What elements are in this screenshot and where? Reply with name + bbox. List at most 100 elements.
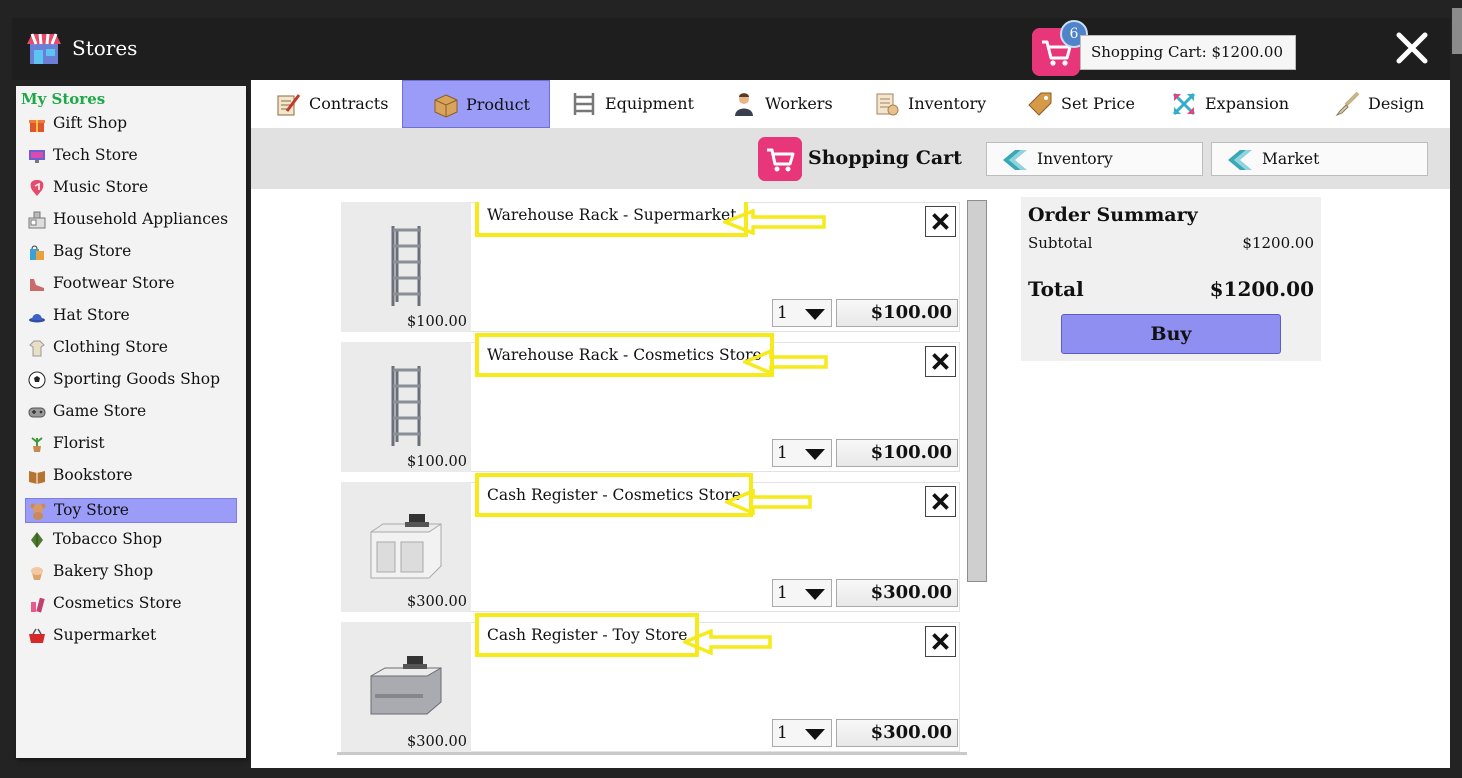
sidebar-item-bakery-shop[interactable]: Bakery Shop xyxy=(25,559,237,591)
cart-header-bar: Shopping Cart Inventory Market xyxy=(251,128,1450,189)
tab-label: Expansion xyxy=(1205,94,1290,113)
basket-icon xyxy=(29,628,45,643)
tab-equipment[interactable]: Equipment xyxy=(571,80,711,128)
appliance-icon xyxy=(28,211,46,229)
sidebar-item-music-store[interactable]: Music Store xyxy=(25,175,237,207)
remove-item-button[interactable] xyxy=(925,206,956,237)
sidebar-item-label: Bakery Shop xyxy=(53,562,154,580)
sidebar-item-footwear-store[interactable]: Footwear Store xyxy=(25,271,237,303)
sidebar-item-toy-store[interactable]: Toy Store xyxy=(25,498,237,523)
sidebar-item-label: Tech Store xyxy=(53,146,138,164)
sidebar-item-label: Clothing Store xyxy=(53,338,168,356)
tab-contracts[interactable]: Contracts xyxy=(275,80,405,128)
cash-register-image xyxy=(370,656,442,715)
warehouse-rack-image xyxy=(391,226,421,306)
cart-item: $100.00 Warehouse Rack - Supermarket 1 $… xyxy=(341,202,961,332)
sidebar-item-sporting-goods-shop[interactable]: Sporting Goods Shop xyxy=(25,367,237,399)
cupcake-icon xyxy=(31,567,43,580)
tab-workers[interactable]: Workers xyxy=(731,80,851,128)
book-icon xyxy=(29,471,45,484)
thumbnail-price: $300.00 xyxy=(407,734,467,750)
tab-label: Set Price xyxy=(1061,94,1135,113)
sidebar-item-bookstore[interactable]: Bookstore xyxy=(25,463,237,495)
shopping-cart-icon xyxy=(758,137,802,181)
remove-item-button[interactable] xyxy=(925,346,956,377)
product-thumbnail: $100.00 xyxy=(341,202,471,332)
sidebar-item-tech-store[interactable]: Tech Store xyxy=(25,143,237,175)
market-nav-button[interactable]: Market xyxy=(1211,142,1428,176)
tab-set-price[interactable]: Set Price xyxy=(1027,80,1157,128)
hat-icon xyxy=(29,314,45,323)
sidebar-item-game-store[interactable]: Game Store xyxy=(25,399,237,431)
tab-label: Design xyxy=(1368,94,1425,113)
tab-bar: Contracts Product Equipment Workers Inve… xyxy=(251,80,1450,128)
item-name: Cash Register - Toy Store xyxy=(475,613,700,657)
item-name: Cash Register - Cosmetics Store xyxy=(475,473,754,517)
sidebar-item-label: Music Store xyxy=(53,178,149,196)
thumbnail-price: $300.00 xyxy=(407,594,467,610)
buy-button[interactable]: Buy xyxy=(1061,314,1281,354)
highlight-arrow-icon xyxy=(743,349,828,375)
store-list: Gift Shop Tech Store Music Store Househo… xyxy=(25,111,237,655)
sidebar-item-clothing-store[interactable]: Clothing Store xyxy=(25,335,237,367)
window-scrollbar[interactable] xyxy=(1452,8,1462,54)
line-price: $100.00 xyxy=(836,439,958,467)
nav-button-label: Market xyxy=(1262,150,1320,168)
nav-button-label: Inventory xyxy=(1037,150,1113,168)
remove-item-button[interactable] xyxy=(925,626,956,657)
cart-item: $100.00 Warehouse Rack - Cosmetics Store… xyxy=(341,333,961,472)
title-bar: Stores 6 Shopping Cart: $1200.00 xyxy=(12,18,1450,80)
order-summary-title: Order Summary xyxy=(1028,204,1198,226)
cash-register-image xyxy=(370,514,442,579)
cart-title: Shopping Cart xyxy=(808,147,962,169)
total-value: $1200.00 xyxy=(1209,277,1314,301)
total-label: Total xyxy=(1028,277,1084,301)
paint-brush-icon xyxy=(1335,91,1360,117)
cart-scrollbar[interactable] xyxy=(967,200,987,582)
highlight-arrow-icon xyxy=(725,489,812,515)
tab-inventory[interactable]: Inventory xyxy=(874,80,1014,128)
sidebar-item-florist[interactable]: Florist xyxy=(25,431,237,463)
sidebar-item-label: Footwear Store xyxy=(53,274,175,292)
cosmetics-icon xyxy=(31,597,45,613)
sidebar-item-bag-store[interactable]: Bag Store xyxy=(25,239,237,271)
cart-item-details: Cash Register - Toy Store 1 $300.00 xyxy=(471,613,960,752)
tab-product[interactable]: Product xyxy=(402,80,550,128)
line-price: $300.00 xyxy=(836,719,958,747)
line-price: $100.00 xyxy=(836,299,958,327)
sidebar-item-household-appliances[interactable]: Household Appliances xyxy=(25,207,237,239)
inventory-nav-button[interactable]: Inventory xyxy=(986,142,1203,176)
remove-item-button[interactable] xyxy=(925,486,956,517)
product-thumbnail: $300.00 xyxy=(341,622,471,752)
cart-item-details: Warehouse Rack - Cosmetics Store 1 $100.… xyxy=(471,333,960,472)
store-logo-icon xyxy=(27,33,61,64)
sidebar-item-cosmetics-store[interactable]: Cosmetics Store xyxy=(25,591,237,623)
quantity-select[interactable]: 1 xyxy=(772,579,832,607)
sidebar-item-label: Tobacco Shop xyxy=(53,530,163,548)
close-icon[interactable] xyxy=(1392,28,1432,68)
tab-expansion[interactable]: Expansion xyxy=(1171,80,1311,128)
item-name: Warehouse Rack - Cosmetics Store xyxy=(475,333,774,377)
tab-label: Inventory xyxy=(908,94,987,113)
order-summary-panel: Order Summary Subtotal $1200.00 Total $1… xyxy=(1021,197,1321,361)
sidebar-item-tobacco-shop[interactable]: Tobacco Shop xyxy=(25,527,237,559)
shopping-cart-summary-button[interactable]: Shopping Cart: $1200.00 xyxy=(1080,35,1296,70)
chevron-down-icon xyxy=(805,449,825,460)
window-title: Stores xyxy=(72,36,138,60)
quantity-select[interactable]: 1 xyxy=(772,439,832,467)
chevron-down-icon xyxy=(805,729,825,740)
thumbnail-price: $100.00 xyxy=(407,454,467,470)
sidebar-item-gift-shop[interactable]: Gift Shop xyxy=(25,111,237,143)
quantity-select[interactable]: 1 xyxy=(772,299,832,327)
sidebar-item-hat-store[interactable]: Hat Store xyxy=(25,303,237,335)
highlight-arrow-icon xyxy=(683,629,772,655)
tab-design[interactable]: Design xyxy=(1334,80,1444,128)
product-thumbnail: $300.00 xyxy=(341,482,471,612)
sidebar-item-label: Sporting Goods Shop xyxy=(53,370,221,388)
quantity-select[interactable]: 1 xyxy=(772,719,832,747)
line-price: $300.00 xyxy=(836,579,958,607)
sidebar-item-label: Bag Store xyxy=(53,242,132,260)
sidebar-item-supermarket[interactable]: Supermarket xyxy=(25,623,237,655)
inventory-list-icon xyxy=(876,93,899,116)
gamepad-icon xyxy=(28,407,46,418)
